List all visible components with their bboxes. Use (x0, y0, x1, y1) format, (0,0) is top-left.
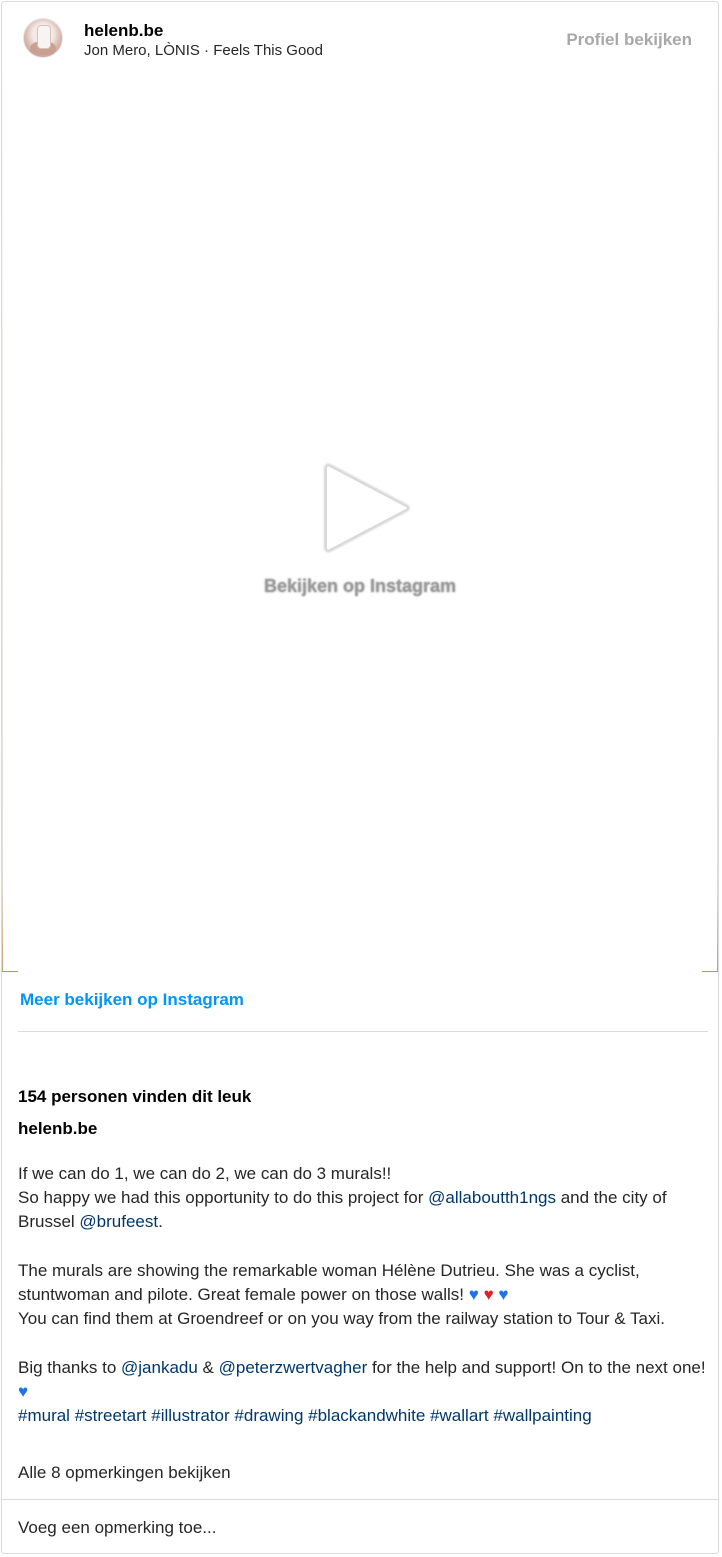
post-header: helenb.be Jon Mero, LÒNIS · Feels This G… (2, 2, 718, 74)
caption-text: & (197, 1357, 219, 1377)
divider (2, 1499, 718, 1500)
caption-username[interactable]: helenb.be (18, 1119, 97, 1139)
caption-text: The murals are showing the remarkable wo… (18, 1260, 640, 1304)
hashtag-link[interactable]: #blackandwhite (308, 1406, 425, 1425)
mention-link[interactable]: @jankadu (121, 1358, 198, 1377)
divider (18, 1031, 708, 1032)
caption-text: Big thanks to (18, 1357, 122, 1377)
post-caption: If we can do 1, we can do 2, we can do 3… (18, 1162, 708, 1428)
view-all-comments-link[interactable]: Alle 8 opmerkingen bekijken (18, 1463, 231, 1483)
hashtag-link[interactable]: #streetart (75, 1406, 147, 1425)
instagram-embed-card: helenb.be Jon Mero, LÒNIS · Feels This G… (1, 1, 719, 1554)
likes-count[interactable]: 154 personen vinden dit leuk (18, 1087, 251, 1107)
media-edge-bottom (2, 971, 718, 972)
blue-heart-icon: ♥ (468, 1285, 479, 1304)
watch-on-instagram-label[interactable]: Bekijken op Instagram (2, 576, 718, 597)
mention-link[interactable]: @peterzwertvagher (219, 1358, 368, 1377)
caption-line: You can find them at Groendreef or on yo… (18, 1309, 665, 1329)
view-profile-button[interactable]: Profiel bekijken (566, 30, 692, 50)
caption-paragraph: Big thanks to @jankadu & @peterzwertvagh… (18, 1356, 708, 1404)
mention-link[interactable]: @allaboutth1ngs (428, 1188, 556, 1207)
hashtag-link[interactable]: #wallpainting (493, 1406, 591, 1425)
hashtag-line: #mural #streetart #illustrator #drawing … (18, 1404, 708, 1428)
hashtag-link[interactable]: #wallart (430, 1406, 489, 1425)
header-audio-info[interactable]: Jon Mero, LÒNIS · Feels This Good (84, 42, 323, 59)
red-heart-icon: ♥ (483, 1285, 494, 1304)
caption-text: . (158, 1212, 163, 1232)
avatar-phone-shape (37, 25, 51, 49)
avatar[interactable] (23, 18, 63, 58)
media-edge-right (717, 74, 718, 972)
media-edge-left (2, 74, 3, 972)
hashtag-link[interactable]: #drawing (234, 1406, 303, 1425)
hashtag-link[interactable]: #illustrator (151, 1406, 229, 1425)
blue-heart-icon: ♥ (18, 1381, 29, 1401)
caption-paragraph: The murals are showing the remarkable wo… (18, 1259, 708, 1307)
add-comment-input[interactable]: Voeg een opmerking toe... (18, 1518, 216, 1538)
video-media[interactable]: Bekijken op Instagram (2, 74, 718, 972)
caption-line: So happy we had this opportunity to do t… (18, 1186, 708, 1234)
play-icon[interactable] (322, 460, 414, 556)
more-on-instagram-link[interactable]: Meer bekijken op Instagram (20, 990, 244, 1010)
caption-text: for the help and support! On to the next… (367, 1357, 706, 1377)
caption-line: If we can do 1, we can do 2, we can do 3… (18, 1164, 392, 1183)
blue-heart-icon: ♥ (498, 1285, 509, 1304)
hashtag-link[interactable]: #mural (18, 1406, 70, 1425)
header-username[interactable]: helenb.be (84, 21, 163, 41)
mention-link[interactable]: @brufeest (79, 1212, 158, 1231)
caption-text: So happy we had this opportunity to do t… (18, 1188, 429, 1208)
